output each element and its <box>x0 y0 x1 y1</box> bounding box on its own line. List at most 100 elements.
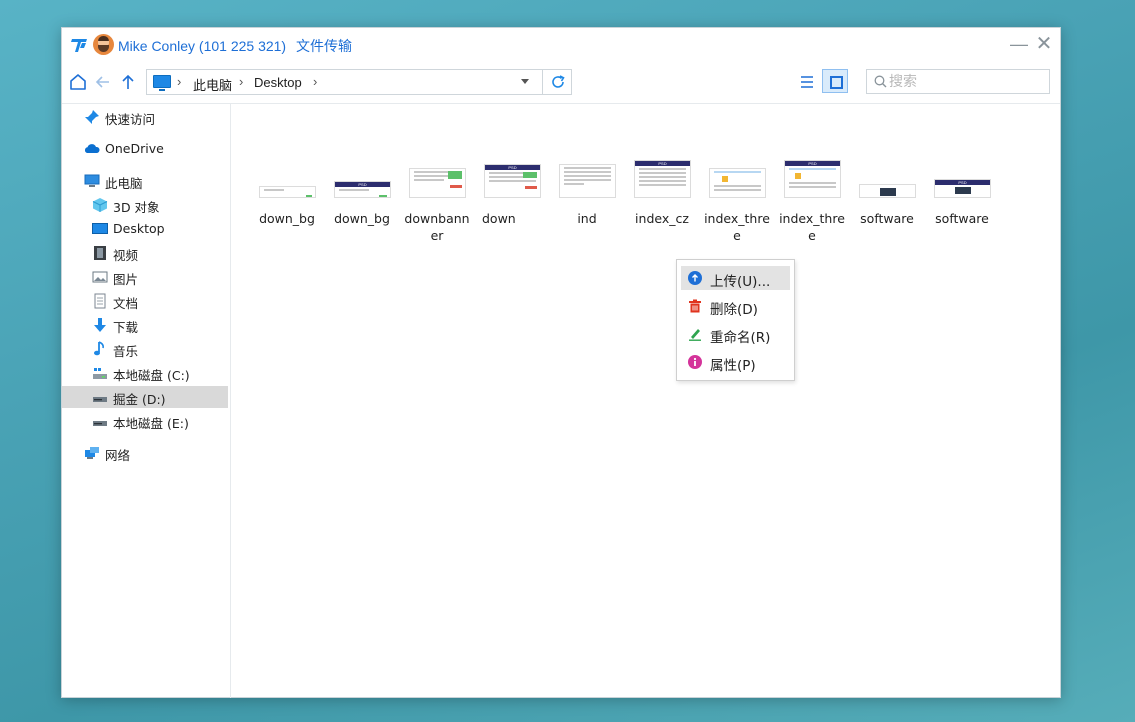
search-box[interactable] <box>866 69 1050 94</box>
file-item[interactable]: PSD index_cz <box>627 160 697 226</box>
file-thumbnail: PSD <box>784 160 841 198</box>
file-item[interactable]: index_three <box>702 160 772 243</box>
title-bar: Mike Conley (101 225 321) 文件传输 — ✕ <box>62 28 1060 62</box>
psd-label: PSD <box>808 161 817 166</box>
sidebar-item-label: 文档 <box>113 296 139 311</box>
avatar <box>93 34 114 55</box>
network-icon <box>85 447 99 459</box>
file-item[interactable]: ind <box>552 160 622 226</box>
trash-icon <box>689 299 701 313</box>
file-thumbnail <box>409 168 466 198</box>
toolbar: › 此电脑 › Desktop › <box>62 66 1060 100</box>
sidebar-item-network[interactable]: 网络 <box>62 442 228 464</box>
breadcrumb-separator: › <box>239 74 244 89</box>
document-icon <box>94 293 106 309</box>
sidebar-item-label: 下载 <box>113 320 139 335</box>
computer-icon <box>153 75 171 91</box>
sidebar-item-desktop[interactable]: Desktop <box>62 218 228 240</box>
drive-c-icon <box>93 368 107 379</box>
close-button[interactable]: ✕ <box>1033 33 1055 55</box>
navigation-pane: 快速访问 OneDrive 此电脑 3D 对象 Desktop 视频 图片 文档… <box>62 104 231 698</box>
sidebar-item-label: Desktop <box>113 221 165 236</box>
refresh-button[interactable] <box>542 70 572 94</box>
sidebar-item-videos[interactable]: 视频 <box>62 242 228 264</box>
file-item[interactable]: PSD down_bg <box>327 160 397 226</box>
breadcrumb-separator: › <box>313 74 318 89</box>
menu-item-label: 重命名(R) <box>710 330 771 346</box>
menu-item-label: 删除(D) <box>710 302 758 318</box>
sidebar-item-this-pc[interactable]: 此电脑 <box>62 170 228 192</box>
cube-icon <box>92 198 108 212</box>
file-item[interactable]: PSD down <box>477 160 547 226</box>
drive-icon <box>93 397 107 402</box>
sidebar-item-label: OneDrive <box>105 141 164 156</box>
list-view-icon[interactable] <box>798 73 816 91</box>
thumbnail-view-button[interactable] <box>822 69 848 93</box>
file-view: down_bg PSD down_bg downbanner PSD down … <box>232 104 1060 698</box>
picture-icon <box>92 271 108 283</box>
pin-icon <box>85 110 99 124</box>
refresh-icon <box>552 75 565 88</box>
sidebar-item-onedrive[interactable]: OneDrive <box>62 138 228 160</box>
breadcrumb-this-pc[interactable]: 此电脑 <box>193 75 232 94</box>
sidebar-item-drive-e[interactable]: 本地磁盘 (E:) <box>62 410 228 432</box>
sidebar-item-pictures[interactable]: 图片 <box>62 266 228 288</box>
menu-item-label: 上传(U)... <box>710 274 771 290</box>
window-title: Mike Conley (101 225 321) 文件传输 <box>118 36 352 56</box>
file-name: index_three <box>704 211 770 243</box>
search-icon <box>874 75 887 88</box>
file-item[interactable]: PSD software <box>927 160 997 226</box>
home-icon[interactable] <box>67 71 89 93</box>
chevron-down-icon[interactable] <box>521 79 529 84</box>
file-name: software <box>860 211 914 226</box>
sidebar-item-label: 此电脑 <box>105 176 143 191</box>
file-thumbnail: PSD <box>484 164 541 198</box>
file-item[interactable]: PSD index_three <box>777 160 847 243</box>
file-thumbnail <box>859 184 916 198</box>
sidebar-item-label: 图片 <box>113 272 139 287</box>
sidebar-item-documents[interactable]: 文档 <box>62 290 228 312</box>
sidebar-item-label: 掘金 (D:) <box>113 392 166 407</box>
menu-item-properties[interactable]: 属性(P) <box>681 350 790 374</box>
sidebar-item-drive-c[interactable]: 本地磁盘 (C:) <box>62 362 228 384</box>
file-item[interactable]: downbanner <box>402 160 472 243</box>
sidebar-item-downloads[interactable]: 下载 <box>62 314 228 336</box>
file-thumbnail: PSD <box>334 181 391 198</box>
sidebar-item-drive-d[interactable]: 掘金 (D:) <box>62 386 228 408</box>
download-icon <box>94 318 106 332</box>
search-input[interactable] <box>889 72 1039 92</box>
info-icon <box>688 355 702 369</box>
computer-icon <box>84 174 100 187</box>
file-item[interactable]: software <box>852 160 922 226</box>
file-name: index_cz <box>635 211 689 226</box>
file-item[interactable]: down_bg <box>252 160 322 226</box>
file-name: down <box>482 211 516 226</box>
minimize-button[interactable]: — <box>1008 33 1030 55</box>
psd-label: PSD <box>508 165 517 170</box>
sidebar-item-label: 快速访问 <box>105 112 156 127</box>
file-thumbnail: PSD <box>934 179 991 198</box>
sidebar-item-quick-access[interactable]: 快速访问 <box>62 106 228 128</box>
sidebar-item-label: 本地磁盘 (E:) <box>113 416 189 431</box>
user-name: Mike Conley (101 225 321) <box>118 38 287 54</box>
file-name: ind <box>577 211 597 226</box>
psd-label: PSD <box>358 182 367 187</box>
breadcrumb-separator: › <box>177 74 182 89</box>
sidebar-item-3d-objects[interactable]: 3D 对象 <box>62 194 228 216</box>
cloud-icon <box>84 144 100 153</box>
menu-item-rename[interactable]: 重命名(R) <box>681 322 790 346</box>
sidebar-item-music[interactable]: 音乐 <box>62 338 228 360</box>
context-menu: 上传(U)... 删除(D) 重命名(R) 属性(P) <box>676 259 795 381</box>
sidebar-item-label: 音乐 <box>113 344 139 359</box>
psd-label: PSD <box>958 180 967 185</box>
breadcrumb-desktop[interactable]: Desktop <box>254 75 302 90</box>
menu-item-upload[interactable]: 上传(U)... <box>681 266 790 290</box>
address-bar[interactable]: › 此电脑 › Desktop › <box>146 69 572 95</box>
back-arrow-icon[interactable] <box>92 71 114 93</box>
menu-item-label: 属性(P) <box>710 358 756 374</box>
menu-item-delete[interactable]: 删除(D) <box>681 294 790 318</box>
sidebar-item-label: 3D 对象 <box>113 200 160 215</box>
file-name: index_three <box>779 211 845 243</box>
file-thumbnail <box>709 168 766 198</box>
up-arrow-icon[interactable] <box>117 71 139 93</box>
